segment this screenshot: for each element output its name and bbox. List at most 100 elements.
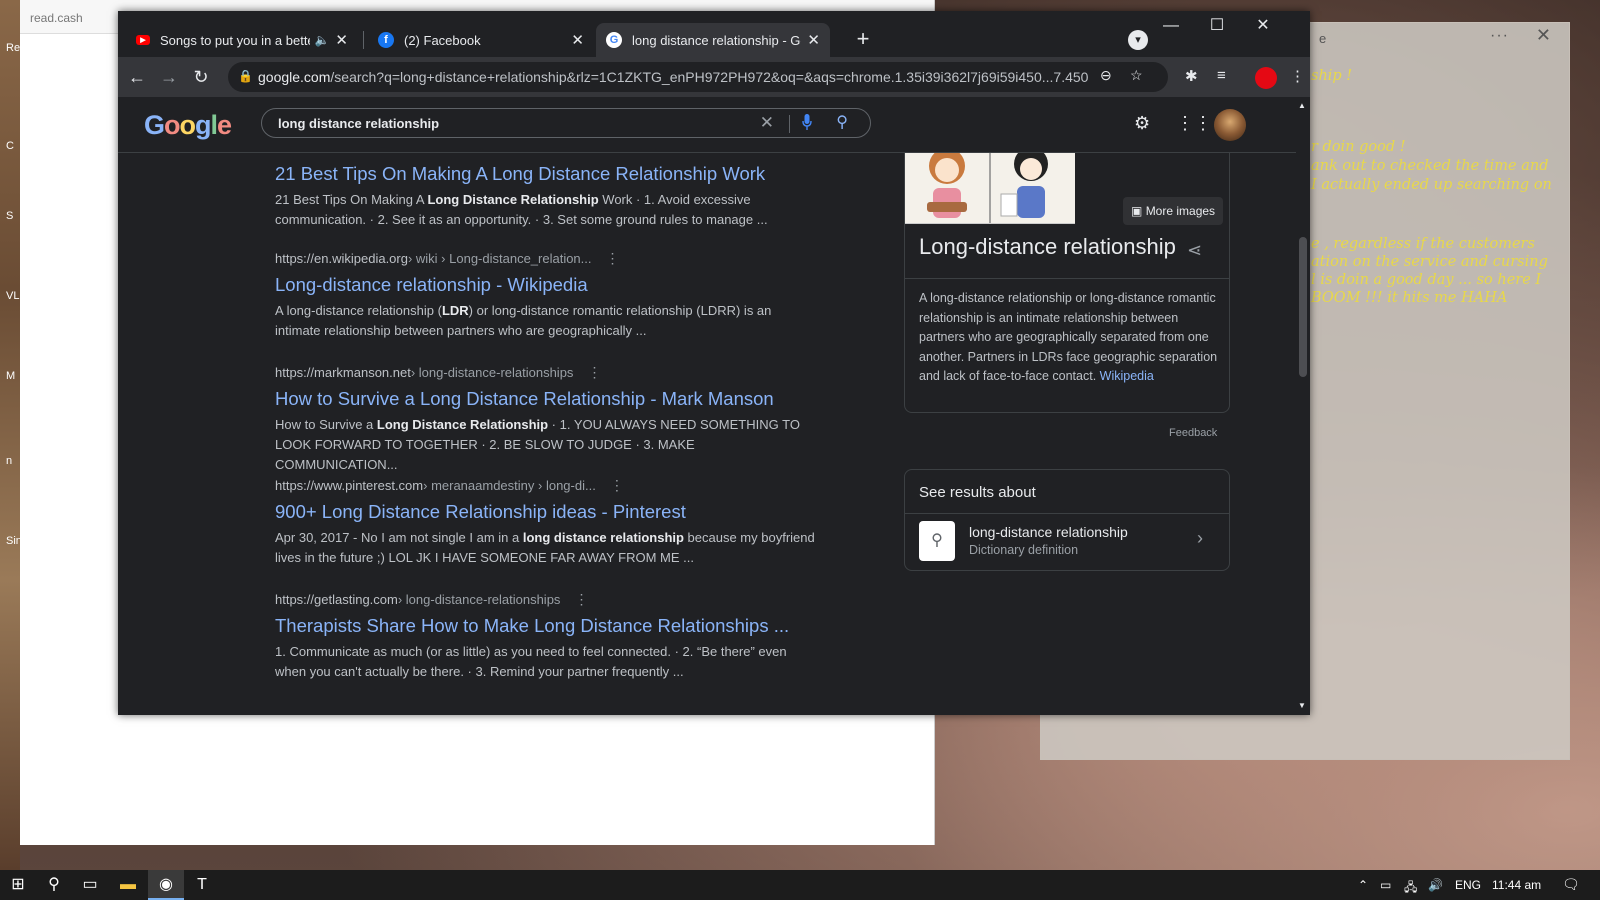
language-indicator[interactable]: ENG <box>1455 878 1481 892</box>
result-title-link[interactable]: 21 Best Tips On Making A Long Distance R… <box>275 163 815 185</box>
tab-title: Songs to put you in a better <box>160 32 311 48</box>
battery-icon[interactable]: ▭ <box>1380 878 1391 892</box>
more-options-icon[interactable]: ⋮ <box>587 364 601 381</box>
browser-toolbar: ← → ↻ 🔒 google.com/search?q=long+distanc… <box>118 57 1310 97</box>
desktop-icons-strip: Re C S VL Mn Sin <box>0 0 22 870</box>
see-results-about-card: See results about ⚲ long-distance relati… <box>904 469 1230 571</box>
desktop-icon-label[interactable]: n <box>6 455 12 467</box>
close-tab-icon[interactable]: ✕ <box>335 31 348 49</box>
chrome-window[interactable]: ▶ Songs to put you in a better 🔈 ✕ f (2)… <box>118 11 1310 715</box>
result-url[interactable]: https://markmanson.net › long-distance-r… <box>275 364 815 381</box>
media-queue-icon[interactable]: ≡ <box>1217 67 1226 84</box>
note-text-line: ship ! <box>1311 68 1353 84</box>
scroll-down-arrow-icon[interactable]: ▼ <box>1298 701 1306 710</box>
back-arrow-icon[interactable]: ← <box>124 64 150 90</box>
notifications-icon[interactable]: 🗨 <box>1562 876 1580 893</box>
result-url[interactable]: https://www.pinterest.com › meranaamdest… <box>275 477 815 494</box>
google-header: Google long distance relationship ✕ ⚲ ⚙ … <box>118 97 1296 153</box>
address-bar[interactable]: 🔒 google.com/search?q=long+distance+rela… <box>228 62 1168 92</box>
share-icon[interactable]: ⋖ <box>1187 240 1202 261</box>
new-tab-button[interactable]: + <box>851 28 875 52</box>
scrollbar-thumb[interactable] <box>1299 237 1307 377</box>
chrome-taskbar-icon[interactable]: ◉ <box>148 870 184 900</box>
settings-gear-icon[interactable]: ⚙ <box>1134 113 1150 134</box>
close-tab-icon[interactable]: ✕ <box>571 31 584 49</box>
background-tab-title[interactable]: read.cash <box>30 11 83 25</box>
more-images-button[interactable]: ▣ More images <box>1123 197 1224 225</box>
result-title-link[interactable]: Therapists Share How to Make Long Distan… <box>275 615 815 637</box>
tab-youtube[interactable]: ▶ Songs to put you in a better 🔈 ✕ <box>126 23 358 57</box>
clear-icon[interactable]: ✕ <box>760 113 774 133</box>
result-url[interactable]: https://en.wikipedia.org › wiki › Long-d… <box>275 250 815 267</box>
result-url[interactable]: https://getlasting.com › long-distance-r… <box>275 591 815 608</box>
note-text-line: ank out to checked the time and <box>1311 158 1549 174</box>
wikipedia-link[interactable]: Wikipedia <box>1100 369 1154 383</box>
lock-icon[interactable]: 🔒 <box>238 69 253 83</box>
facebook-icon: f <box>378 32 394 48</box>
profile-avatar[interactable] <box>1255 67 1277 89</box>
divider <box>905 513 1229 514</box>
search-box[interactable]: long distance relationship ✕ ⚲ <box>261 108 871 138</box>
forward-arrow-icon[interactable]: → <box>156 64 182 90</box>
search-icon[interactable]: ⚲ <box>836 112 848 132</box>
page-scrollbar[interactable]: ▲ ▼ <box>1296 97 1310 715</box>
bookmark-star-icon[interactable]: ☆ <box>1130 67 1143 84</box>
show-hidden-icons-icon[interactable]: ⌃ <box>1358 878 1368 892</box>
desktop-icon-label[interactable]: C <box>6 140 14 152</box>
menu-kebab-icon[interactable]: ⋮ <box>1290 67 1305 85</box>
tab-google-search[interactable]: G long distance relationship - Goo ✕ <box>596 23 830 57</box>
result-title-link[interactable]: Long-distance relationship - Wikipedia <box>275 274 815 296</box>
result-title-link[interactable]: 900+ Long Distance Relationship ideas - … <box>275 501 815 523</box>
scroll-up-arrow-icon[interactable]: ▲ <box>1298 101 1306 110</box>
tab-facebook[interactable]: f (2) Facebook ✕ <box>368 23 594 57</box>
desktop-icon-label[interactable]: M <box>6 370 15 382</box>
close-window-button[interactable]: ✕ <box>1240 11 1286 47</box>
result-snippet: 1. Communicate as much (or as little) as… <box>275 644 787 679</box>
typora-taskbar-icon[interactable]: T <box>184 870 220 900</box>
desktop-icon-label[interactable]: Re <box>6 42 20 54</box>
more-options-icon[interactable]: ··· <box>1490 27 1509 45</box>
file-explorer-icon[interactable]: ▬ <box>110 870 146 900</box>
url-text[interactable]: google.com/search?q=long+distance+relati… <box>258 69 1088 85</box>
account-avatar[interactable] <box>1214 109 1246 141</box>
extensions-puzzle-icon[interactable]: ✱ <box>1185 67 1198 85</box>
desktop-icon-label[interactable]: VL <box>6 290 19 302</box>
desktop-icon-label[interactable]: S <box>6 210 13 222</box>
windows-start-icon[interactable]: ⊞ <box>0 870 36 900</box>
dictionary-term-link[interactable]: long-distance relationship <box>969 524 1128 540</box>
knowledge-panel-title: Long-distance relationship <box>919 234 1176 259</box>
clock[interactable]: 11:44 am <box>1492 878 1541 892</box>
search-result: https://en.wikipedia.org › wiki › Long-d… <box>275 250 815 341</box>
dictionary-subtitle: Dictionary definition <box>969 543 1079 557</box>
note-text-line: r doin good ! <box>1311 139 1406 155</box>
search-result: https://www.pinterest.com › meranaamdest… <box>275 477 815 568</box>
divider <box>905 278 1229 279</box>
close-tab-icon[interactable]: ✕ <box>807 31 820 49</box>
close-icon[interactable]: ✕ <box>1536 25 1551 46</box>
google-logo[interactable]: Google <box>144 110 232 141</box>
chevron-right-icon[interactable]: › <box>1197 528 1203 549</box>
more-options-icon[interactable]: ⋮ <box>574 591 588 608</box>
tab-search-icon[interactable]: ▾ <box>1128 30 1148 50</box>
note-window-title: e <box>1319 31 1327 46</box>
search-icon[interactable]: ⚲ <box>36 870 72 900</box>
youtube-icon: ▶ <box>136 35 150 45</box>
reload-icon[interactable]: ↻ <box>188 64 214 90</box>
result-snippet: 21 Best Tips On Making A Long Distance R… <box>275 192 768 227</box>
volume-icon[interactable]: 🔊 <box>1428 878 1443 892</box>
more-options-icon[interactable]: ⋮ <box>610 477 624 494</box>
network-icon[interactable]: 🖧 <box>1404 878 1417 899</box>
feedback-link[interactable]: Feedback <box>1169 427 1217 439</box>
search-input[interactable]: long distance relationship <box>278 116 439 131</box>
search-result: https://markmanson.net › long-distance-r… <box>275 364 815 475</box>
minimize-button[interactable]: — <box>1148 11 1194 47</box>
maximize-button[interactable]: ☐ <box>1194 11 1240 47</box>
task-view-icon[interactable]: ▭ <box>72 870 108 900</box>
more-options-icon[interactable]: ⋮ <box>606 250 620 267</box>
microphone-icon[interactable] <box>802 114 812 130</box>
zoom-icon[interactable]: ⊖ <box>1100 67 1112 84</box>
speaker-mute-icon[interactable]: 🔈 <box>314 33 329 47</box>
result-title-link[interactable]: How to Survive a Long Distance Relations… <box>275 388 815 410</box>
result-snippet: How to Survive a Long Distance Relations… <box>275 417 800 472</box>
search-icon[interactable]: ⚲ <box>919 521 955 561</box>
